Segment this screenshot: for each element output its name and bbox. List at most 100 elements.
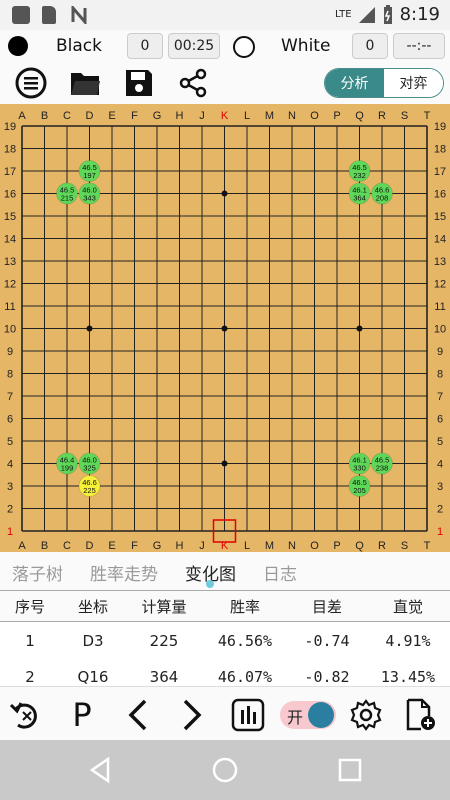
row-label: 4 — [437, 459, 443, 471]
column-label: F — [131, 110, 138, 122]
undo-icon — [9, 702, 37, 729]
column-label: Q — [355, 110, 364, 122]
toggle-knob — [308, 702, 334, 728]
row-label: 7 — [7, 391, 13, 403]
cell-winrate: 46.07% — [217, 668, 273, 686]
save-button[interactable] — [122, 66, 156, 100]
header-policy: 直觉 — [392, 597, 423, 616]
table-row[interactable]: 2 Q16 364 46.07% -0.82 13.45% — [0, 660, 450, 686]
column-label: T — [424, 540, 431, 552]
white-captures: 0 — [352, 33, 388, 59]
candidate-visits: 238 — [376, 464, 389, 473]
tab-log[interactable]: 日志 — [263, 560, 297, 585]
row-label: 1 — [7, 526, 13, 538]
candidate-visits: 330 — [353, 464, 366, 473]
column-label: T — [424, 110, 431, 122]
star-point — [356, 325, 363, 332]
status-bar: LTE 8:19 — [0, 0, 450, 30]
column-label: M — [265, 110, 274, 122]
sd-card-icon — [42, 6, 56, 24]
row-label: 8 — [437, 369, 443, 381]
new-game-button[interactable] — [400, 695, 440, 735]
candidate-visits: 364 — [353, 194, 366, 203]
row-label: 14 — [4, 234, 16, 246]
go-board[interactable]: A A B B C C D D E E F F G G H H J J K K L L M M N N O O P P Q Q R R S S T T 19… — [0, 104, 450, 552]
open-file-button[interactable] — [68, 66, 102, 100]
back-icon[interactable] — [86, 756, 114, 784]
column-label: K — [221, 110, 229, 122]
row-label: 17 — [4, 166, 16, 178]
tab-move-tree[interactable]: 落子树 — [12, 560, 63, 585]
candidate-visits: 199 — [61, 464, 74, 473]
column-label: Q — [355, 540, 364, 552]
row-label: 9 — [437, 346, 443, 358]
cell-index: 1 — [25, 632, 35, 650]
bar-chart-icon — [231, 698, 265, 732]
black-captures: 0 — [127, 33, 163, 59]
recents-icon[interactable] — [336, 756, 364, 784]
pass-button[interactable]: P — [62, 695, 102, 735]
analysis-mode-button[interactable]: 分析 — [325, 69, 384, 97]
column-label: P — [333, 110, 340, 122]
cell-score-lead: -0.82 — [304, 668, 350, 686]
row-label: 6 — [7, 414, 13, 426]
clock: 8:19 — [399, 4, 440, 25]
table-row[interactable]: 1 D3 225 46.56% -0.74 4.91% — [0, 622, 450, 660]
column-label: B — [41, 110, 48, 122]
row-label: 15 — [4, 211, 16, 223]
home-icon[interactable] — [211, 756, 239, 784]
settings-button[interactable] — [346, 695, 386, 735]
board-grid[interactable]: AABBCCDDEEFFGGHHJJKKLLMMNNOOPPQQRRSSTT19… — [0, 104, 450, 552]
column-label: J — [199, 540, 205, 552]
row-label: 14 — [434, 234, 446, 246]
cell-coordinate: Q16 — [77, 668, 109, 686]
share-button[interactable] — [176, 66, 210, 100]
candidate-visits: 343 — [83, 194, 96, 203]
row-label: 3 — [7, 481, 13, 493]
next-move-button[interactable] — [172, 695, 212, 735]
previous-move-button[interactable] — [118, 695, 158, 735]
column-label: J — [199, 110, 205, 122]
row-label: 10 — [4, 324, 16, 336]
white-player-name: White — [281, 36, 331, 56]
analysis-toggle[interactable]: 开 — [280, 701, 336, 729]
row-label: 15 — [434, 211, 446, 223]
column-label: A — [18, 540, 26, 552]
header-score-lead: 目差 — [311, 597, 342, 616]
candidate-visits: 215 — [61, 194, 74, 203]
row-label: 16 — [434, 189, 446, 201]
column-label: P — [333, 540, 340, 552]
row-label: 2 — [437, 504, 443, 516]
active-tab-indicator — [206, 580, 214, 588]
play-mode-button[interactable]: 对弈 — [384, 69, 443, 97]
row-label: 8 — [7, 369, 13, 381]
row-label: 4 — [7, 459, 13, 471]
cell-visits: 225 — [149, 632, 179, 650]
column-label: D — [86, 110, 94, 122]
column-label: O — [310, 110, 319, 122]
column-label: S — [401, 540, 408, 552]
column-label: R — [378, 110, 386, 122]
header-visits: 计算量 — [141, 597, 187, 616]
row-label: 2 — [7, 504, 13, 516]
menu-button[interactable] — [14, 66, 48, 100]
tab-winrate-trend[interactable]: 胜率走势 — [90, 560, 158, 585]
cell-score-lead: -0.74 — [304, 632, 350, 650]
column-label: G — [153, 110, 162, 122]
undo-button[interactable] — [6, 695, 46, 735]
n-logo-icon — [70, 3, 88, 27]
column-label: H — [176, 110, 184, 122]
signal-icon — [358, 6, 375, 23]
row-label: 19 — [4, 121, 16, 133]
column-label: H — [176, 540, 184, 552]
row-label: 5 — [7, 436, 13, 448]
white-clock: --:-- — [393, 33, 445, 59]
column-label: L — [244, 110, 250, 122]
star-point — [86, 325, 93, 332]
column-label: A — [18, 110, 26, 122]
column-label: C — [63, 110, 71, 122]
header-index: 序号 — [14, 597, 45, 616]
cell-index: 2 — [25, 668, 35, 686]
cell-visits: 364 — [149, 668, 179, 686]
chart-button[interactable] — [228, 695, 268, 735]
